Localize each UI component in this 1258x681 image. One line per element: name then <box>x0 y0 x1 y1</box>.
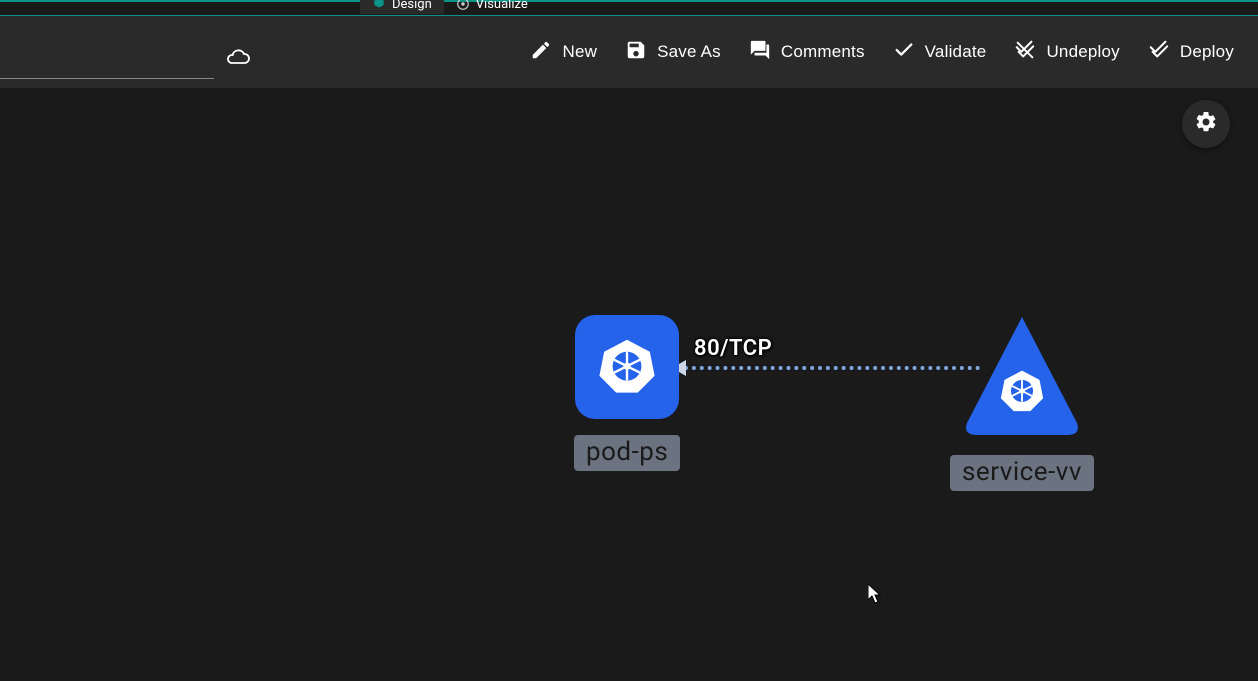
gear-icon <box>1194 110 1218 138</box>
validate-button[interactable]: Validate <box>893 39 987 66</box>
tab-design-label: Design <box>392 0 432 12</box>
undeploy-icon <box>1014 39 1036 66</box>
toolbar: New Save As Comments Validate Undeploy <box>0 16 1258 88</box>
save-as-button[interactable]: Save As <box>625 39 721 66</box>
tab-visualize[interactable]: Visualize <box>444 0 540 14</box>
new-label: New <box>562 42 597 62</box>
pod-node[interactable]: pod-ps <box>574 315 680 471</box>
service-node-icon-box <box>959 313 1085 439</box>
undeploy-button[interactable]: Undeploy <box>1014 39 1119 66</box>
edge-label[interactable]: 80/TCP <box>694 336 772 361</box>
design-icon <box>372 0 386 11</box>
comment-icon <box>749 39 771 66</box>
tab-visualize-label: Visualize <box>476 0 528 12</box>
visualize-icon <box>456 0 470 11</box>
design-title-input[interactable] <box>0 43 214 79</box>
pod-node-label: pod-ps <box>574 435 680 471</box>
canvas-settings-button[interactable] <box>1182 100 1230 148</box>
tab-design[interactable]: Design <box>360 0 444 14</box>
save-as-label: Save As <box>657 42 721 62</box>
comments-button[interactable]: Comments <box>749 39 865 66</box>
connection-edge[interactable] <box>684 366 980 370</box>
kubernetes-icon <box>597 335 657 399</box>
deploy-icon <box>1148 39 1170 66</box>
save-icon <box>625 39 647 66</box>
kubernetes-icon <box>999 367 1045 417</box>
design-canvas[interactable]: 80/TCP pod-ps <box>0 88 1258 681</box>
comments-label: Comments <box>781 42 865 62</box>
pencil-icon <box>530 39 552 66</box>
validate-label: Validate <box>925 42 987 62</box>
new-button[interactable]: New <box>530 39 597 66</box>
deploy-label: Deploy <box>1180 42 1234 62</box>
tab-strip: Design Visualize <box>0 2 1258 15</box>
undeploy-label: Undeploy <box>1046 42 1119 62</box>
service-node-label: service-vv <box>950 455 1094 491</box>
deploy-button[interactable]: Deploy <box>1148 39 1234 66</box>
pod-node-icon-box <box>575 315 679 419</box>
check-icon <box>893 39 915 66</box>
service-node[interactable]: service-vv <box>950 313 1094 491</box>
cloud-sync-icon <box>226 45 250 73</box>
mouse-cursor <box>868 584 882 604</box>
